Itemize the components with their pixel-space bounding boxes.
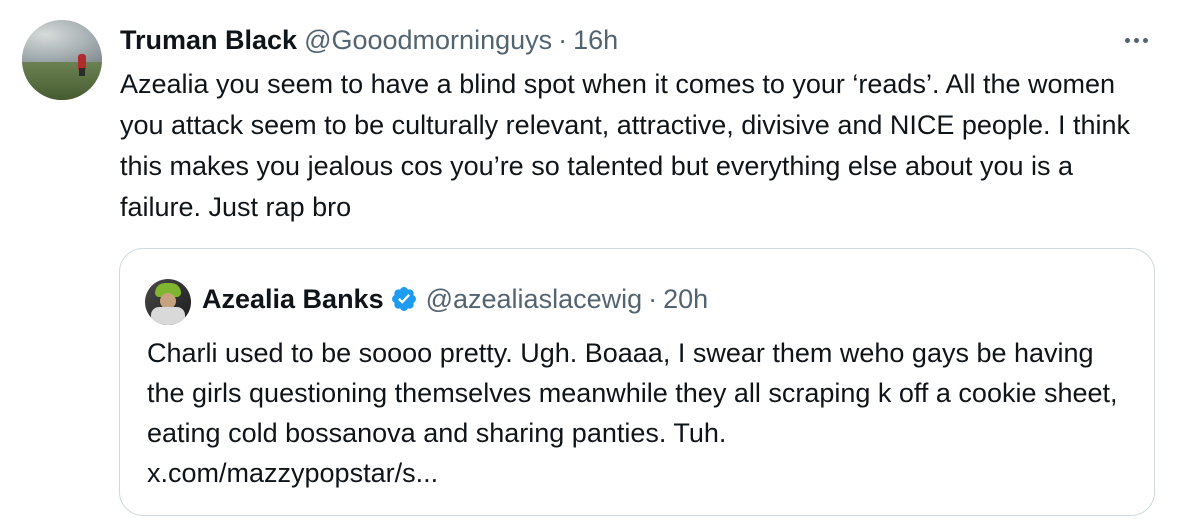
author-name[interactable]: Truman Black <box>120 22 297 58</box>
separator-dot: · <box>648 284 658 314</box>
author-handle[interactable]: @Gooodmorninguys <box>304 22 552 58</box>
tweet-text: Azealia you seem to have a blind spot wh… <box>120 69 1130 222</box>
more-horizontal-icon <box>1124 37 1130 43</box>
more-horizontal-icon <box>1142 37 1148 43</box>
quoted-tweet-text: Charli used to be soooo pretty. Ugh. Boa… <box>147 333 1137 493</box>
more-horizontal-icon <box>1133 37 1139 43</box>
tweet-header: Truman Black @Gooodmorninguys · 16h <box>120 22 618 58</box>
avatar-person-legs <box>79 68 85 76</box>
tweet-card[interactable]: Truman Black @Gooodmorninguys · 16h Azea… <box>0 0 1178 528</box>
separator-dot: · <box>558 25 568 55</box>
tweet-timestamp[interactable]: 16h <box>573 22 618 58</box>
avatar-sky <box>22 20 102 62</box>
avatar-outfit <box>151 307 185 325</box>
more-options-button[interactable] <box>1118 30 1154 50</box>
quoted-author-name[interactable]: Azealia Banks <box>202 281 384 317</box>
quoted-author-handle[interactable]: @azealiaslacewig <box>426 281 643 317</box>
quoted-author-avatar[interactable] <box>145 279 191 325</box>
quoted-tweet-link[interactable]: x.com/mazzypopstar/s... <box>147 453 1137 493</box>
avatar-ground <box>22 61 102 100</box>
quoted-tweet-timestamp[interactable]: 20h <box>663 281 708 317</box>
quoted-tweet[interactable]: Azealia Banks @azealiaslacewig · 20h Cha… <box>119 248 1155 516</box>
verified-badge-icon <box>391 287 416 311</box>
quoted-tweet-header: Azealia Banks @azealiaslacewig · 20h <box>202 281 708 317</box>
quoted-tweet-body: Charli used to be soooo pretty. Ugh. Boa… <box>147 338 1118 448</box>
author-avatar[interactable] <box>22 20 102 100</box>
